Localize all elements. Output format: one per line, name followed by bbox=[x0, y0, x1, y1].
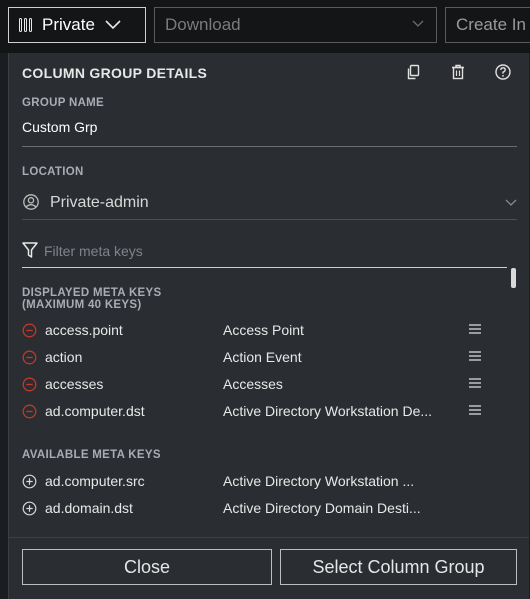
remove-icon[interactable] bbox=[22, 350, 37, 365]
create-label: Create In bbox=[456, 15, 526, 34]
group-name-label: GROUP NAME bbox=[22, 97, 105, 109]
location-select[interactable]: Private-admin bbox=[22, 193, 517, 217]
meta-key-description: Active Directory Domain Desti... bbox=[223, 500, 421, 516]
drag-handle-icon[interactable] bbox=[468, 403, 482, 417]
meta-key-description: Active Directory Workstation ... bbox=[223, 473, 415, 489]
meta-key-name: ad.computer.src bbox=[45, 473, 145, 489]
drag-handle-icon[interactable] bbox=[468, 349, 482, 363]
filter-underline bbox=[22, 267, 507, 268]
remove-icon[interactable] bbox=[22, 323, 37, 338]
meta-key-name: access.point bbox=[45, 322, 123, 338]
create-incident-button[interactable]: Create In bbox=[445, 7, 530, 43]
meta-key-description: Access Point bbox=[223, 322, 304, 338]
meta-key-description: Active Directory Workstation De... bbox=[223, 403, 433, 419]
private-dropdown[interactable]: Private bbox=[8, 7, 146, 43]
download-placeholder: Download bbox=[165, 15, 241, 34]
remove-icon[interactable] bbox=[22, 377, 37, 392]
copy-icon[interactable] bbox=[405, 63, 423, 81]
filter-icon bbox=[22, 242, 38, 258]
location-underline bbox=[22, 219, 517, 220]
private-label: Private bbox=[42, 15, 95, 34]
help-icon[interactable] bbox=[494, 63, 512, 81]
close-button[interactable]: Close bbox=[22, 549, 272, 585]
scrollbar-thumb[interactable] bbox=[511, 268, 516, 288]
add-icon[interactable] bbox=[22, 501, 37, 516]
meta-key-name: ad.computer.dst bbox=[45, 403, 145, 419]
select-column-group-button[interactable]: Select Column Group bbox=[280, 549, 517, 585]
drag-handle-icon[interactable] bbox=[468, 376, 482, 390]
chevron-down-icon bbox=[412, 20, 424, 27]
filter-placeholder: Filter meta keys bbox=[44, 243, 143, 259]
drag-handle-icon[interactable] bbox=[468, 322, 482, 336]
meta-key-name: action bbox=[45, 349, 83, 365]
available-key-row: ad.computer.src Active Directory Worksta… bbox=[22, 471, 507, 493]
meta-key-description: Action Event bbox=[223, 349, 302, 365]
footer-divider bbox=[9, 537, 529, 538]
available-meta-keys-label: AVAILABLE META KEYS bbox=[22, 449, 161, 461]
chevron-down-icon bbox=[105, 20, 121, 30]
remove-icon[interactable] bbox=[22, 404, 37, 419]
trash-icon[interactable] bbox=[449, 63, 467, 81]
displayed-key-row: accesses Accesses bbox=[22, 374, 507, 396]
top-toolbar: Private Download Create In bbox=[0, 0, 530, 53]
displayed-key-row: access.point Access Point bbox=[22, 320, 507, 342]
panel-title: COLUMN GROUP DETAILS bbox=[22, 65, 208, 81]
location-value: Private-admin bbox=[50, 194, 149, 211]
location-label: LOCATION bbox=[22, 166, 84, 178]
group-name-input[interactable]: Custom Grp bbox=[22, 119, 97, 135]
columns-icon bbox=[19, 18, 32, 32]
meta-key-description: Accesses bbox=[223, 376, 283, 392]
user-icon bbox=[23, 194, 39, 210]
filter-meta-keys-input[interactable]: Filter meta keys bbox=[22, 241, 517, 265]
meta-key-name: ad.domain.dst bbox=[45, 500, 133, 516]
group-name-underline bbox=[22, 146, 517, 147]
chevron-down-icon bbox=[505, 199, 517, 206]
displayed-label-line1: DISPLAYED META KEYS bbox=[22, 287, 162, 299]
meta-key-name: accesses bbox=[45, 376, 104, 392]
available-key-row: ad.domain.dst Active Directory Domain De… bbox=[22, 498, 507, 520]
column-group-details-panel: COLUMN GROUP DETAILS GROUP NAME Custom G… bbox=[8, 53, 529, 599]
displayed-key-row: ad.computer.dst Active Directory Worksta… bbox=[22, 401, 507, 423]
add-icon[interactable] bbox=[22, 474, 37, 489]
download-dropdown[interactable]: Download bbox=[154, 7, 437, 43]
displayed-label-line2: (MAXIMUM 40 KEYS) bbox=[22, 299, 142, 311]
displayed-meta-keys-label: DISPLAYED META KEYS (MAXIMUM 40 KEYS) bbox=[22, 287, 161, 311]
displayed-key-row: action Action Event bbox=[22, 347, 507, 369]
